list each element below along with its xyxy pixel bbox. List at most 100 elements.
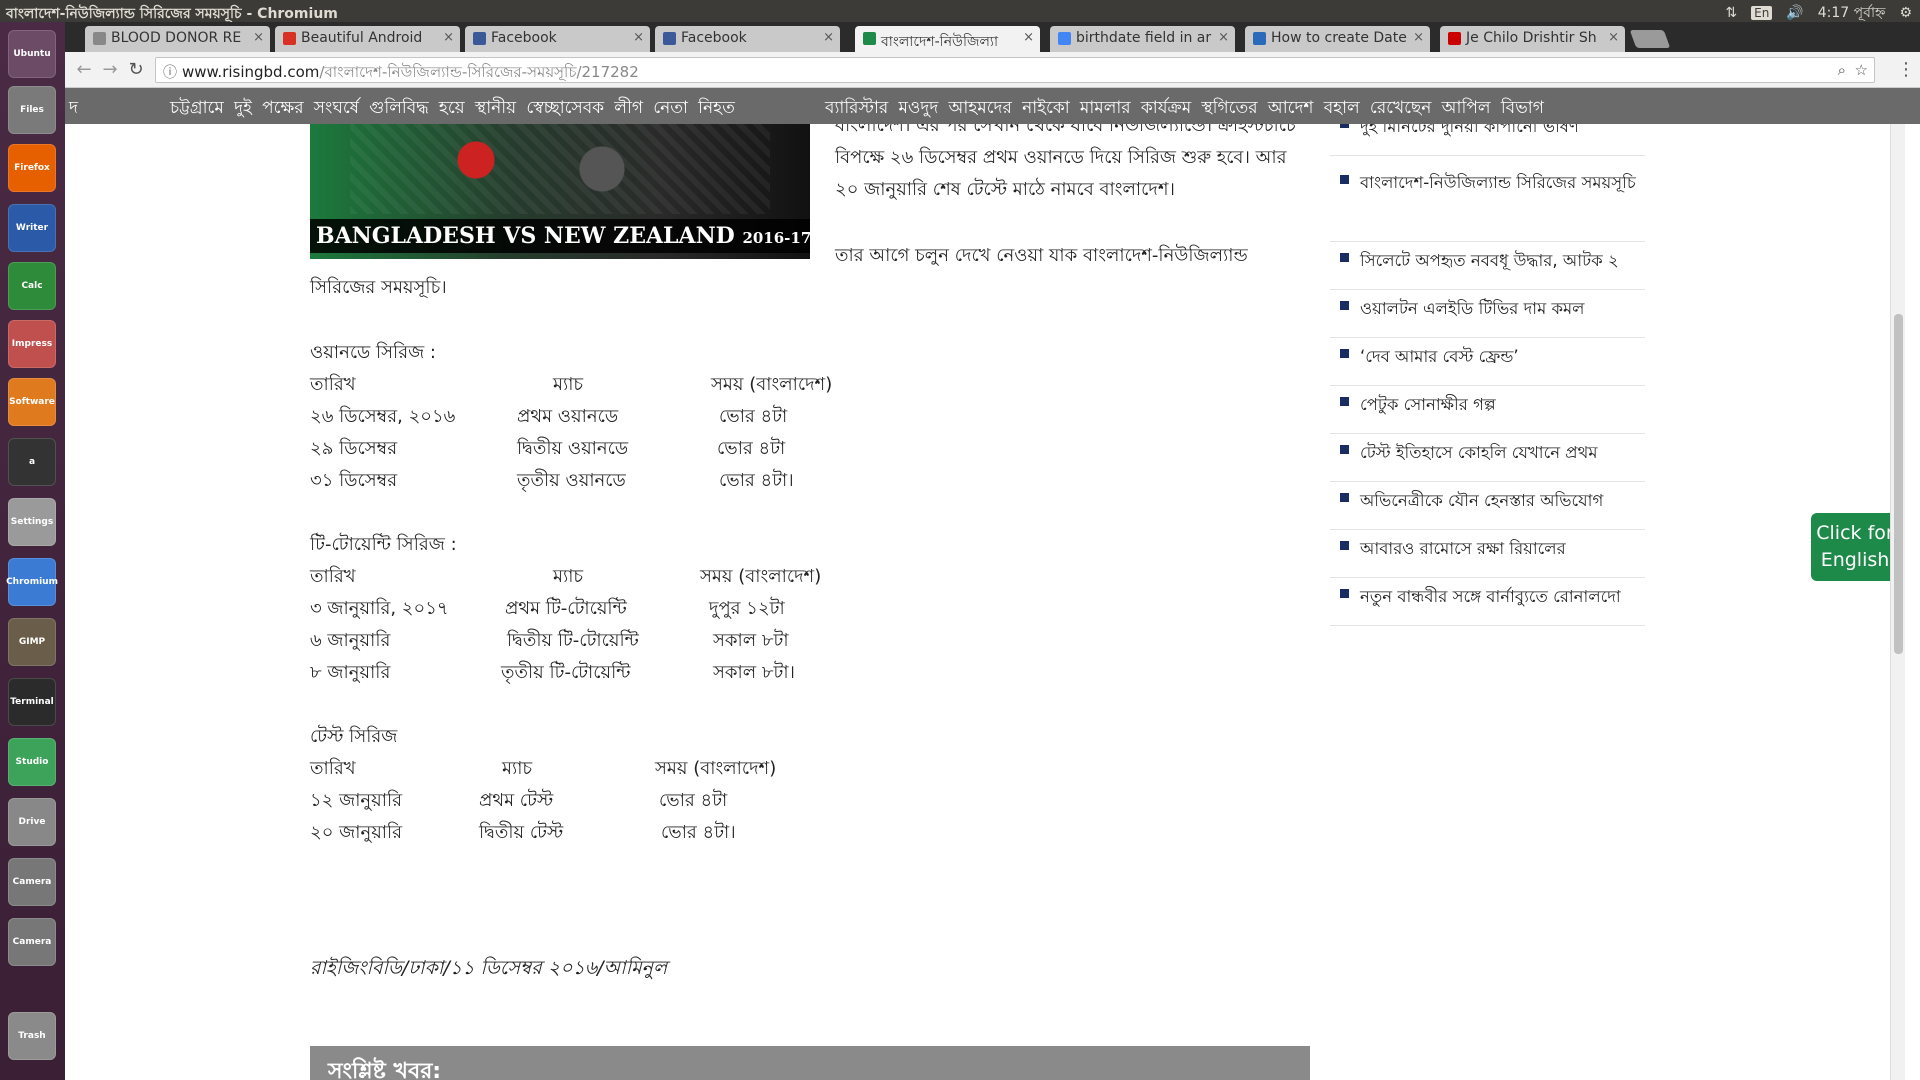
network-icon[interactable]: ⇅ bbox=[1725, 5, 1737, 21]
page-content: BANGLADESH VS NEW ZEALAND 2016-17 Seri ব… bbox=[65, 124, 1905, 1080]
tab-close-icon[interactable]: × bbox=[443, 30, 454, 45]
table-cell: দ্বিতীয় টি-টোয়েন্টি bbox=[507, 630, 639, 651]
tab[interactable]: birthdate field in ar × bbox=[1050, 26, 1235, 52]
article-hero-image: BANGLADESH VS NEW ZEALAND 2016-17 Seri bbox=[310, 124, 810, 259]
table-cell: দ্বিতীয় ওয়ানডে bbox=[517, 438, 629, 459]
back-button[interactable]: ← bbox=[73, 59, 95, 81]
firefox-icon[interactable]: Firefox bbox=[8, 144, 56, 192]
tab[interactable]: BLOOD DONOR RE × bbox=[85, 26, 270, 52]
sidebar-news-item[interactable]: আবারও রামোসে রক্ষা রিয়ালের bbox=[1330, 530, 1645, 578]
chromium-icon[interactable]: Chromium bbox=[6, 558, 58, 606]
bullet-square-icon bbox=[1340, 301, 1349, 310]
article-intro-text: বাংলাদেশ। এর পর সেখান থেকে যাবে নিউজিল্য… bbox=[835, 124, 1315, 206]
screen: বাংলাদেশ-নিউজিল্যান্ড সিরিজের সময়সূচি -… bbox=[0, 0, 1920, 1080]
page-info-icon[interactable]: ⓘ bbox=[163, 62, 177, 82]
software-center-icon[interactable]: Software bbox=[8, 378, 56, 426]
impress-icon[interactable]: Impress bbox=[8, 320, 56, 368]
tab-favicon-icon bbox=[473, 32, 486, 45]
table-header-cell: তারিখ bbox=[310, 374, 356, 395]
tab-close-icon[interactable]: × bbox=[1218, 30, 1229, 45]
calc-icon[interactable]: Calc bbox=[8, 262, 56, 310]
tab-label: Facebook bbox=[681, 30, 747, 46]
tab[interactable]: Je Chilo Drishtir Sh × bbox=[1440, 26, 1625, 52]
table-header-cell: সময় (বাংলাদেশ) bbox=[711, 374, 833, 395]
camera-icon[interactable]: Camera bbox=[8, 858, 56, 906]
sidebar-news-item[interactable]: নতুন বান্ধবীর সঙ্গে বার্নাব্যুতে রোনালদো bbox=[1330, 578, 1645, 626]
hero-caption: BANGLADESH VS NEW ZEALAND 2016-17 Seri bbox=[310, 219, 810, 253]
gear-icon[interactable]: ⚙ bbox=[1899, 5, 1912, 21]
files-icon[interactable]: Files bbox=[8, 86, 56, 134]
ticker-fragment[interactable]: দ bbox=[69, 95, 78, 123]
sidebar-news-item[interactable]: অভিনেত্রীকে যৌন হেনস্তার অভিযোগ bbox=[1330, 482, 1645, 530]
terminal-icon[interactable]: Terminal bbox=[8, 678, 56, 726]
bookmark-star-icon[interactable]: ☆ bbox=[1855, 61, 1868, 79]
tab-close-icon[interactable]: × bbox=[823, 30, 834, 45]
gimp-icon[interactable]: GIMP bbox=[8, 618, 56, 666]
settings-icon[interactable]: Settings bbox=[8, 498, 56, 546]
forward-button[interactable]: → bbox=[99, 59, 121, 81]
trash-icon[interactable]: Trash bbox=[8, 1012, 56, 1060]
table-cell: তৃতীয় ওয়ানডে bbox=[517, 470, 626, 491]
page-scrollbar[interactable] bbox=[1890, 124, 1905, 1080]
ticker-item[interactable]: চট্টগ্রামে দুই পক্ষের সংঘর্ষে গুলিবিদ্ধ … bbox=[170, 95, 735, 123]
camera2-icon[interactable]: Camera bbox=[8, 918, 56, 966]
zoom-icon[interactable]: ⌕ bbox=[1838, 61, 1846, 79]
tab-close-icon[interactable]: × bbox=[1608, 30, 1619, 45]
table-cell: ৮ জানুয়ারি bbox=[310, 662, 391, 683]
tab[interactable]: Facebook × bbox=[465, 26, 650, 52]
intro-line: বিপক্ষে ২৬ ডিসেম্বর প্রথম ওয়ানডে দিয়ে … bbox=[835, 147, 1287, 168]
browser-toolbar: ← → ↻ ⓘ www.risingbd.com/বাংলাদেশ-নিউজিল… bbox=[65, 52, 1920, 88]
sidebar-news-item[interactable]: টেস্ট ইতিহাসে কোহলি যেখানে প্রথম bbox=[1330, 434, 1645, 482]
drive-icon[interactable]: Drive bbox=[8, 798, 56, 846]
tab-close-icon[interactable]: × bbox=[1023, 30, 1034, 45]
volume-icon[interactable]: 🔊 bbox=[1786, 5, 1803, 21]
tab[interactable]: Facebook × bbox=[655, 26, 840, 52]
android-studio-icon[interactable]: Studio bbox=[8, 738, 56, 786]
table-header-cell: তারিখ bbox=[310, 566, 356, 587]
sidebar-news-item[interactable]: ‘দেব আমার বেস্ট ফ্রেন্ড’ bbox=[1330, 338, 1645, 386]
scrollbar-thumb[interactable] bbox=[1894, 314, 1903, 654]
sidebar-news-label: দুই মিনিটের দুনিয়া কাঁপানো ভাষণ bbox=[1360, 124, 1579, 136]
reload-button[interactable]: ↻ bbox=[125, 59, 147, 81]
menu-icon[interactable]: ⋮ bbox=[1895, 59, 1917, 81]
bullet-square-icon bbox=[1340, 349, 1349, 358]
tab[interactable]: How to create Date × bbox=[1245, 26, 1430, 52]
tab-favicon-icon bbox=[1058, 32, 1071, 45]
sidebar-news-label: টেস্ট ইতিহাসে কোহলি যেখানে প্রথম bbox=[1360, 443, 1598, 462]
sidebar-news-item[interactable]: বাংলাদেশ-নিউজিল্যান্ড সিরিজের সময়সূচি bbox=[1330, 164, 1645, 242]
article-intro-2: তার আগে চলুন দেখে নেওয়া যাক বাংলাদেশ-নি… bbox=[835, 245, 1248, 266]
table-cell: ৬ জানুয়ারি bbox=[310, 630, 391, 651]
bullet-square-icon bbox=[1340, 124, 1349, 128]
url-path: /বাংলাদেশ-নিউজিল্যান্ড-সিরিজের-সময়সূচি/… bbox=[319, 63, 639, 81]
writer-icon[interactable]: Writer bbox=[8, 204, 56, 252]
tab[interactable]: Beautiful Android × bbox=[275, 26, 460, 52]
sidebar-news-item[interactable]: পেটুক সোনাক্ষীর গল্প bbox=[1330, 386, 1645, 434]
amazon-icon[interactable]: a bbox=[8, 438, 56, 486]
tab[interactable]: বাংলাদেশ-নিউজিল্যা × bbox=[855, 26, 1040, 52]
sidebar-news-item[interactable]: দুই মিনিটের দুনিয়া কাঁপানো ভাষণ bbox=[1330, 124, 1645, 156]
table-cell: প্রথম ওয়ানডে bbox=[517, 406, 619, 427]
bullet-square-icon bbox=[1340, 445, 1349, 454]
address-bar[interactable]: ⓘ www.risingbd.com/বাংলাদেশ-নিউজিল্যান্ড… bbox=[155, 57, 1875, 83]
tab-close-icon[interactable]: × bbox=[253, 30, 264, 45]
sidebar-news-label: ওয়ালটন এলইডি টিভির দাম কমল bbox=[1360, 299, 1585, 318]
tab-strip: BLOOD DONOR RE × Beautiful Android × Faceboo… bbox=[65, 22, 1920, 52]
sidebar-news-item[interactable]: ওয়ালটন এলইডি টিভির দাম কমল bbox=[1330, 290, 1645, 338]
tab-label: Facebook bbox=[491, 30, 557, 46]
tab-close-icon[interactable]: × bbox=[1413, 30, 1424, 45]
ticker-item[interactable]: ব্যারিস্টার মওদুদ আহমদের নাইকো মামলার কা… bbox=[825, 95, 1544, 123]
tab-close-icon[interactable]: × bbox=[633, 30, 644, 45]
keyboard-layout-indicator[interactable]: En bbox=[1751, 6, 1773, 20]
sidebar-news-item[interactable]: সিলেটে অপহৃত নববধূ উদ্ধার, আটক ২ bbox=[1330, 242, 1645, 290]
bullet-square-icon bbox=[1340, 589, 1349, 598]
click-for-english-button[interactable]: Click for English bbox=[1811, 513, 1899, 581]
t20-series-title: টি-টোয়েন্টি সিরিজ : bbox=[310, 534, 457, 555]
table-cell: সকাল ৮টা। bbox=[713, 662, 795, 683]
table-cell: ২৯ ডিসেম্বর bbox=[310, 438, 398, 459]
ubuntu-dash-icon[interactable]: Ubuntu bbox=[8, 30, 56, 78]
url-host: www.risingbd.com bbox=[182, 63, 320, 81]
new-tab-button[interactable] bbox=[1629, 30, 1671, 48]
bullet-square-icon bbox=[1340, 397, 1349, 406]
table-cell: ১২ জানুয়ারি bbox=[310, 790, 403, 811]
article-byline: রাইজিংবিডি/ঢাকা/১১ ডিসেম্বর ২০১৬/আমিনুল bbox=[310, 957, 668, 979]
